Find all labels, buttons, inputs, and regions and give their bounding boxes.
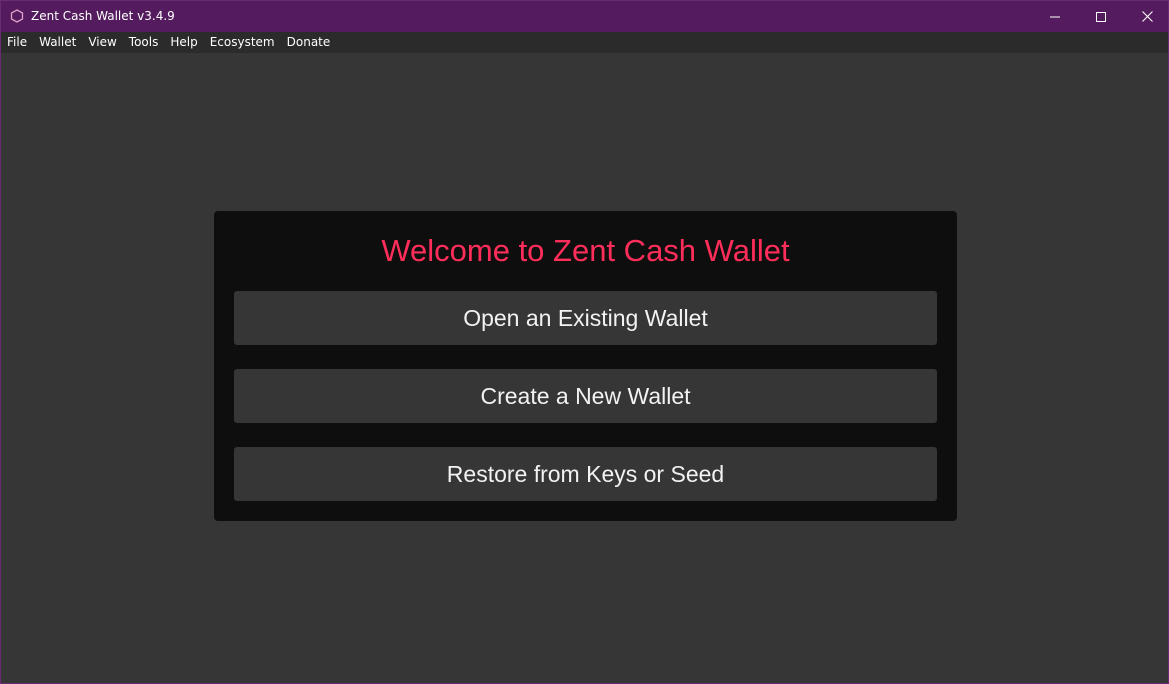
- menu-donate[interactable]: Donate: [281, 32, 337, 53]
- maximize-icon: [1096, 11, 1106, 22]
- minimize-icon: [1050, 16, 1060, 17]
- minimize-button[interactable]: [1032, 1, 1078, 32]
- menu-bar: File Wallet View Tools Help Ecosystem Do…: [1, 32, 1168, 53]
- window-title: Zent Cash Wallet v3.4.9: [31, 9, 175, 23]
- welcome-title: Welcome to Zent Cash Wallet: [381, 233, 790, 268]
- menu-help[interactable]: Help: [164, 32, 203, 53]
- menu-view[interactable]: View: [82, 32, 122, 53]
- maximize-button[interactable]: [1078, 1, 1124, 32]
- app-logo-icon: [10, 9, 24, 23]
- menu-file[interactable]: File: [1, 32, 33, 53]
- menu-wallet[interactable]: Wallet: [33, 32, 82, 53]
- menu-tools[interactable]: Tools: [123, 32, 165, 53]
- title-bar[interactable]: Zent Cash Wallet v3.4.9: [1, 1, 1168, 32]
- welcome-panel: Welcome to Zent Cash Wallet Open an Exis…: [214, 211, 957, 521]
- menu-ecosystem[interactable]: Ecosystem: [204, 32, 281, 53]
- create-wallet-button[interactable]: Create a New Wallet: [234, 369, 937, 423]
- app-window: Zent Cash Wallet v3.4.9 File Wallet View…: [0, 0, 1169, 684]
- open-wallet-button[interactable]: Open an Existing Wallet: [234, 291, 937, 345]
- close-icon: [1141, 11, 1153, 22]
- close-button[interactable]: [1124, 1, 1168, 32]
- restore-wallet-button[interactable]: Restore from Keys or Seed: [234, 447, 937, 501]
